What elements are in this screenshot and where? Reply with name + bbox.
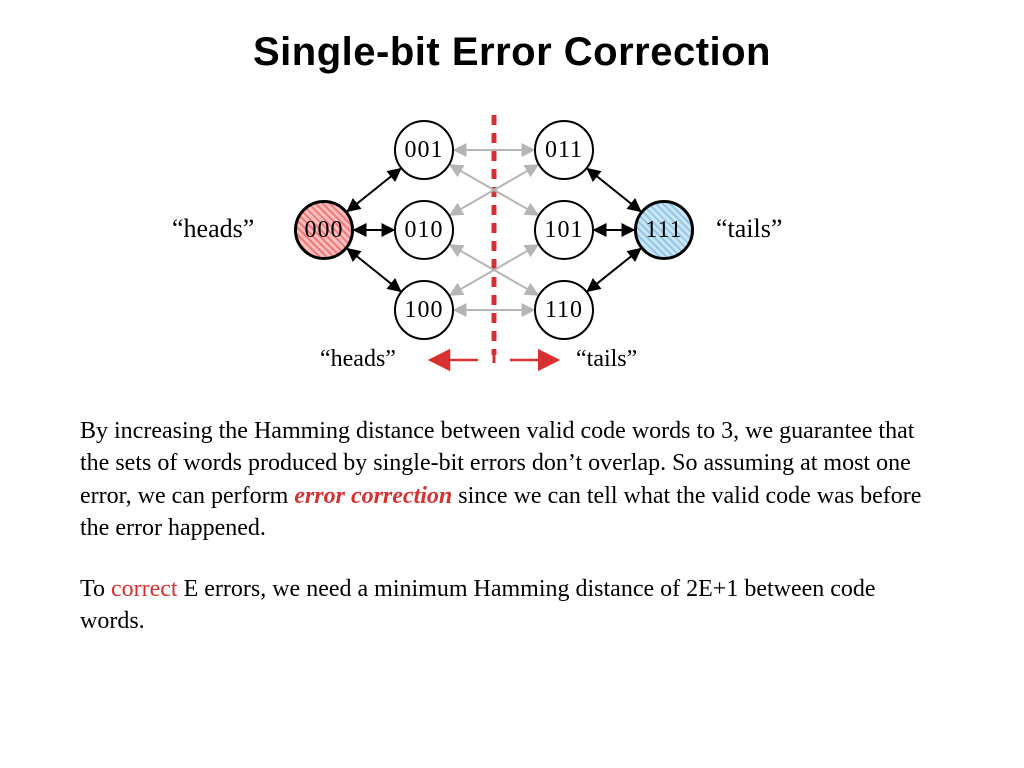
p1-em: error correction bbox=[294, 483, 452, 509]
p2-a: To bbox=[80, 576, 111, 602]
label-heads-bottom: “heads” bbox=[320, 346, 396, 373]
paragraph-2: To correct E errors, we need a minimum H… bbox=[80, 573, 944, 638]
node-110: 110 bbox=[534, 280, 594, 340]
body-text: By increasing the Hamming distance betwe… bbox=[80, 415, 944, 665]
paragraph-1: By increasing the Hamming distance betwe… bbox=[80, 415, 944, 545]
label-tails-bottom: “tails” bbox=[576, 346, 637, 373]
node-101: 101 bbox=[534, 200, 594, 260]
label-heads-left: “heads” bbox=[172, 214, 254, 244]
node-001: 001 bbox=[394, 120, 454, 180]
p2-red: correct bbox=[111, 576, 178, 602]
page-title: Single-bit Error Correction bbox=[0, 30, 1024, 75]
node-011: 011 bbox=[534, 120, 594, 180]
node-010: 010 bbox=[394, 200, 454, 260]
node-111: 111 bbox=[634, 200, 694, 260]
slide: Single-bit Error Correction bbox=[0, 0, 1024, 768]
p2-b: E errors, we need a minimum Hamming dist… bbox=[80, 576, 876, 634]
node-100: 100 bbox=[394, 280, 454, 340]
hamming-diagram: “heads” “tails” 000 001 010 100 011 101 … bbox=[0, 100, 1024, 400]
label-tails-right: “tails” bbox=[716, 214, 782, 244]
node-000: 000 bbox=[294, 200, 354, 260]
